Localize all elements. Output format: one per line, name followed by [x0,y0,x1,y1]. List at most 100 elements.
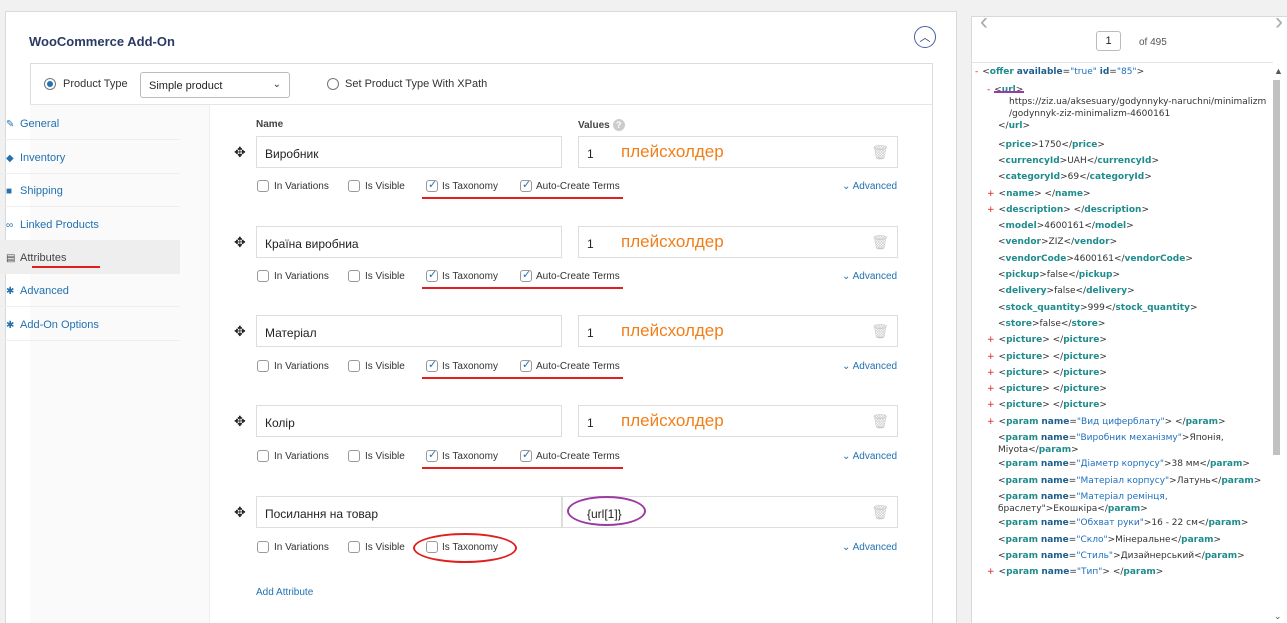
xml-element-line: <delivery>false</delivery> [998,285,1135,297]
xml-element-line: <stock_quantity>999</stock_quantity> [998,302,1198,314]
attribute-name-input[interactable]: Колір [256,405,562,437]
xml-param-line: <param name="Матеріал корпусу">Латунь</p… [998,475,1261,487]
page-number-input[interactable]: 1 [1096,31,1121,51]
scrollbar-thumb[interactable] [1273,80,1280,455]
in-variations-label: In Variations [274,451,329,462]
xml-attr-value: "Обхват руки" [1076,518,1144,529]
xml-offer-line: - <offer available="true" id="85"> [975,66,1144,78]
xml-tag: currencyId [1097,155,1152,166]
sidebar-item-general[interactable]: ✎ General [0,106,180,140]
xml-tag: param [1006,567,1039,578]
xml-attr-name: name [1040,433,1069,443]
xml-text: > [1189,302,1198,313]
sidebar-item-linked-products[interactable]: ∞ Linked Products [0,207,180,241]
attribute-name-input[interactable]: Виробник [256,136,562,168]
highlight-underline [422,287,623,289]
advanced-link[interactable]: ⌄ Advanced [842,181,897,192]
xml-text: > [1217,416,1226,427]
in-variations-checkbox[interactable] [257,360,269,372]
is-visible-checkbox[interactable] [348,180,360,192]
scroll-down-icon[interactable]: ⌄ [1274,611,1282,622]
sidebar-item-shipping[interactable]: ■ Shipping [0,173,180,207]
trash-icon[interactable]: 🗑 [871,144,889,161]
xml-element-line: <model>4600161</model> [998,220,1134,232]
xml-tag: stock_quantity [1005,302,1081,313]
trash-icon[interactable]: 🗑 [871,504,889,521]
xml-text: > [1097,318,1106,329]
attribute-value-input[interactable]: 1 плейсхолдер 🗑 [578,315,898,347]
xml-text: </ [1112,567,1124,578]
xml-tag: name [1055,188,1084,199]
sidebar-item-attributes[interactable]: ▤ Attributes [0,240,180,274]
is-visible-checkbox[interactable] [348,360,360,372]
xml-text: >Дизайнерський [1113,550,1195,561]
xml-param-line: <param name="Виробник механізму">Японія, [998,432,1224,444]
xml-tag: model [1005,221,1037,232]
auto-create-checkbox[interactable] [520,358,532,372]
is-taxonomy-checkbox[interactable] [426,268,438,282]
is-taxonomy-checkbox[interactable] [426,448,438,462]
is-visible-checkbox[interactable] [348,450,360,462]
attribute-name-input[interactable]: Країна виробниа [256,226,562,258]
xml-text: > [1022,121,1031,132]
xml-text: > [1112,270,1121,280]
sidebar-item-inventory[interactable]: ◆ Inventory [0,140,180,174]
product-type-select[interactable]: Simple product ⌄ [140,72,290,98]
next-arrow-icon[interactable]: › [1275,8,1283,36]
advanced-link[interactable]: ⌄ Advanced [842,271,897,282]
drag-handle-icon[interactable]: ✥ [234,323,246,340]
collapse-toggle: - [987,85,991,96]
sidebar-item-advanced[interactable]: ✱ Advanced [0,273,180,307]
xml-tag: price [1071,139,1098,150]
highlight-ellipse [413,533,517,563]
trash-icon[interactable]: 🗑 [871,323,889,340]
xml-text: >Мінеральне [1107,534,1171,545]
auto-create-checkbox[interactable] [520,178,532,192]
drag-handle-icon[interactable]: ✥ [234,413,246,430]
attribute-name-input[interactable]: Посилання на товар [256,496,562,528]
is-visible-checkbox[interactable] [348,541,360,553]
advanced-link[interactable]: ⌄ Advanced [842,451,897,462]
is-taxonomy-checkbox[interactable] [426,358,438,372]
advanced-link[interactable]: ⌄ Advanced [842,361,897,372]
sidebar-item-addon-options[interactable]: ✱ Add-On Options [0,307,180,341]
xml-text: < [998,475,1006,486]
in-variations-checkbox[interactable] [257,450,269,462]
prev-arrow-icon[interactable]: ‹ [980,8,988,36]
xml-text: </ [1199,459,1210,470]
advanced-link[interactable]: ⌄ Advanced [842,542,897,553]
collapse-button[interactable]: ︿ [914,26,936,48]
add-attribute-link[interactable]: Add Attribute [256,587,313,598]
scroll-up-icon[interactable]: ▲ [1274,66,1283,76]
drag-handle-icon[interactable]: ✥ [234,234,246,251]
is-visible-checkbox[interactable] [348,270,360,282]
help-icon[interactable]: ? [612,119,625,131]
is-taxonomy-checkbox[interactable] [426,178,438,192]
in-variations-checkbox[interactable] [257,541,269,553]
xml-text: >38 мм [1163,459,1200,470]
xml-param-line: <param name="Діаметр корпусу">38 мм</par… [998,458,1250,470]
xml-text: </ [1197,518,1209,529]
auto-create-checkbox[interactable] [520,268,532,282]
xml-tag: currencyId [1005,155,1060,166]
xpath-type-radio[interactable] [327,78,339,90]
product-type-radio[interactable] [44,78,56,90]
drag-handle-icon[interactable]: ✥ [234,504,246,521]
drag-handle-icon[interactable]: ✥ [234,144,246,161]
attribute-name-input[interactable]: Матеріал [256,315,562,347]
xml-element-line: + <picture> </picture> [987,399,1107,411]
in-variations-checkbox[interactable] [257,270,269,282]
xml-text: = [1062,67,1071,77]
attribute-value-input[interactable]: 1 плейсхолдер 🗑 [578,136,898,168]
xml-tag: picture [1063,400,1100,411]
sidebar-item-label: Inventory [20,152,66,164]
in-variations-checkbox[interactable] [257,180,269,192]
trash-icon[interactable]: 🗑 [871,234,889,251]
auto-create-checkbox[interactable] [520,448,532,462]
attribute-value: 1 [587,237,594,251]
trash-icon[interactable]: 🗑 [871,413,889,430]
attribute-value-input[interactable]: 1 плейсхолдер 🗑 [578,226,898,258]
attribute-value-input[interactable]: 1 плейсхолдер 🗑 [578,405,898,437]
truck-icon: ■ [6,186,13,197]
xml-text: </ [1194,550,1205,561]
